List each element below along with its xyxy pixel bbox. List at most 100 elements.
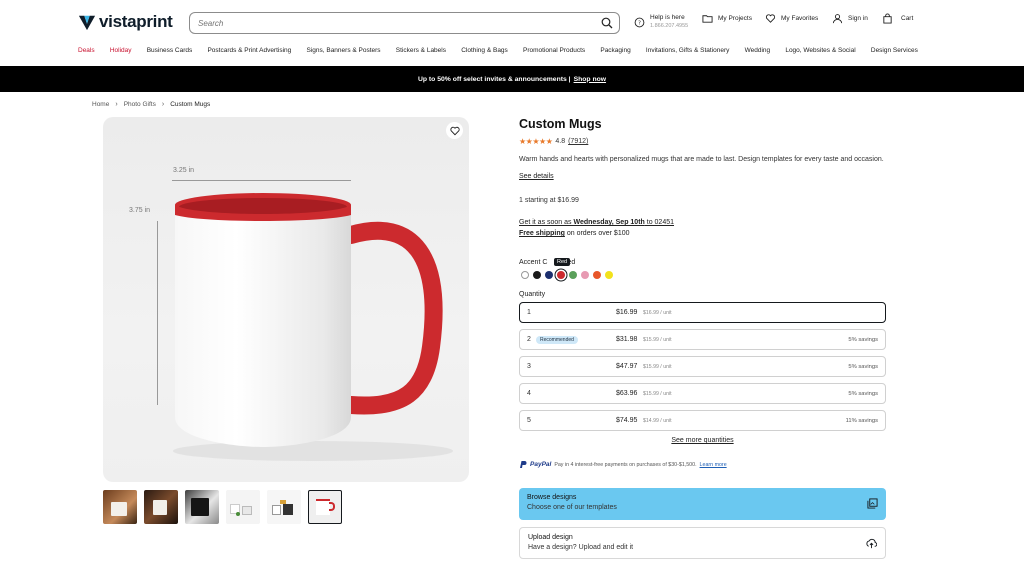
promo-shop-now-link[interactable]: Shop now bbox=[574, 76, 606, 83]
delivery-info: Get it as soon as Wednesday, Sep 10th to… bbox=[519, 217, 886, 239]
search-input[interactable] bbox=[190, 13, 580, 34]
see-more-quantities-link[interactable]: See more quantities bbox=[519, 437, 886, 444]
sign-in-link[interactable]: Sign in bbox=[832, 13, 868, 24]
product-details: Custom Mugs ★★★★★ 4.8 (7912) Warm hands … bbox=[519, 117, 886, 559]
qty-price: $74.95 bbox=[616, 417, 638, 424]
chevron-right-icon: › bbox=[161, 101, 165, 108]
qty-savings: 5% savings bbox=[848, 364, 878, 370]
see-details-link[interactable]: See details bbox=[519, 173, 554, 180]
promo-banner: Up to 50% off select invites & announcem… bbox=[0, 66, 1024, 92]
nav-logo-websites[interactable]: Logo, Websites & Social bbox=[785, 47, 855, 54]
nav-holiday[interactable]: Holiday bbox=[110, 47, 132, 54]
nav-clothing[interactable]: Clothing & Bags bbox=[461, 47, 508, 54]
thumbnail-6-selected[interactable] bbox=[308, 490, 342, 524]
quantity-option-2[interactable]: 2 Recommended $31.98 $15.99 / unit 5% sa… bbox=[519, 329, 886, 350]
upload-design-title: Upload design bbox=[528, 534, 573, 541]
width-dimension-label: 3.25 in bbox=[173, 167, 195, 174]
product-image[interactable]: 3.25 in 3.75 in bbox=[103, 117, 469, 482]
my-projects-label: My Projects bbox=[718, 15, 752, 22]
heart-icon bbox=[765, 14, 776, 23]
thumbnail-strip bbox=[103, 490, 342, 524]
user-icon bbox=[832, 14, 843, 24]
nav-stickers[interactable]: Stickers & Labels bbox=[396, 47, 446, 54]
color-swatch-5[interactable] bbox=[569, 271, 577, 279]
thumbnail-3[interactable] bbox=[185, 490, 219, 524]
product-description: Warm hands and hearts with personalized … bbox=[519, 156, 884, 163]
color-swatch-4[interactable] bbox=[557, 271, 565, 279]
logo-icon bbox=[78, 15, 96, 31]
breadcrumb-photo-gifts[interactable]: Photo Gifts bbox=[124, 101, 156, 108]
qty-number: 2 bbox=[527, 336, 531, 343]
nav-packaging[interactable]: Packaging bbox=[600, 47, 630, 54]
help-phone: 1.866.207.4955 bbox=[650, 23, 689, 29]
color-tooltip: Red bbox=[554, 258, 571, 266]
site-header: vistaprint ? Help is here 1.866.207.4955… bbox=[0, 0, 1024, 44]
qty-price: $31.98 bbox=[616, 336, 638, 343]
product-rating[interactable]: ★★★★★ 4.8 (7912) bbox=[519, 137, 886, 146]
quantity-label: Quantity bbox=[519, 291, 546, 298]
breadcrumb: Home › Photo Gifts › Custom Mugs bbox=[92, 101, 210, 108]
review-count[interactable]: (7912) bbox=[568, 138, 588, 145]
vistaprint-logo[interactable]: vistaprint bbox=[78, 12, 173, 32]
recommended-badge: Recommended bbox=[536, 336, 578, 344]
color-swatch-8[interactable] bbox=[605, 271, 613, 279]
gallery-icon bbox=[867, 498, 878, 509]
nav-business-cards[interactable]: Business Cards bbox=[147, 47, 193, 54]
qty-number: 1 bbox=[527, 309, 531, 316]
nav-design-services[interactable]: Design Services bbox=[871, 47, 918, 54]
qty-number: 3 bbox=[527, 363, 531, 370]
color-swatch-7[interactable] bbox=[593, 271, 601, 279]
color-swatch-6[interactable] bbox=[581, 271, 589, 279]
nav-promotional[interactable]: Promotional Products bbox=[523, 47, 585, 54]
chat-icon: ? bbox=[634, 17, 645, 27]
nav-signs[interactable]: Signs, Banners & Posters bbox=[306, 47, 380, 54]
thumbnail-2[interactable] bbox=[144, 490, 178, 524]
color-swatch-3[interactable] bbox=[545, 271, 553, 279]
star-rating-icon: ★★★★★ bbox=[519, 137, 553, 146]
promo-text: Up to 50% off select invites & announcem… bbox=[417, 75, 571, 83]
quantity-option-1[interactable]: 1 $16.99 $16.99 / unit bbox=[519, 302, 886, 323]
nav-wedding[interactable]: Wedding bbox=[745, 47, 771, 54]
shipping-info: Free shipping on orders over $100 bbox=[519, 228, 886, 239]
color-swatch-2[interactable] bbox=[533, 271, 541, 279]
nav-invitations[interactable]: Invitations, Gifts & Stationery bbox=[646, 47, 729, 54]
my-projects-link[interactable]: My Projects bbox=[702, 13, 752, 24]
my-favorites-link[interactable]: My Favorites bbox=[765, 13, 818, 24]
qty-price: $16.99 bbox=[616, 309, 638, 316]
quantity-option-3[interactable]: 3 $47.97 $15.99 / unit 5% savings bbox=[519, 356, 886, 377]
upload-design-subtitle: Have a design? Upload and edit it bbox=[528, 544, 634, 551]
qty-number: 5 bbox=[527, 417, 531, 424]
browse-designs-button[interactable]: Browse designs Choose one of our templat… bbox=[519, 488, 886, 520]
paypal-learn-more-link[interactable]: Learn more bbox=[700, 462, 727, 468]
upload-design-button[interactable]: Upload design Have a design? Upload and … bbox=[519, 527, 886, 559]
free-shipping[interactable]: Free shipping bbox=[519, 230, 565, 237]
thumbnail-4[interactable] bbox=[226, 490, 260, 524]
thumbnail-1[interactable] bbox=[103, 490, 137, 524]
product-title: Custom Mugs bbox=[519, 117, 602, 131]
upload-icon bbox=[866, 538, 877, 549]
favorite-button[interactable] bbox=[446, 122, 463, 139]
delivery-estimate[interactable]: Get it as soon as Wednesday, Sep 10th to… bbox=[519, 217, 886, 228]
browse-designs-subtitle: Choose one of our templates bbox=[527, 504, 617, 511]
height-dimension-label: 3.75 in bbox=[129, 207, 151, 214]
paypal-message: PayPal Pay in 4 interest-free payments o… bbox=[519, 460, 727, 469]
help-link[interactable]: ? Help is here 1.866.207.4955 bbox=[634, 13, 688, 31]
category-nav: Deals Holiday Business Cards Postcards &… bbox=[78, 47, 918, 54]
qty-unit-price: $14.99 / unit bbox=[643, 418, 672, 424]
thumbnail-5[interactable] bbox=[267, 490, 301, 524]
search-bar[interactable] bbox=[189, 12, 620, 34]
qty-price: $47.97 bbox=[616, 363, 638, 370]
cart-link[interactable]: Cart bbox=[882, 13, 913, 24]
chevron-right-icon: › bbox=[115, 101, 118, 108]
accent-label-prefix: Accent C bbox=[519, 259, 548, 266]
color-swatch-1[interactable] bbox=[521, 271, 529, 279]
browse-designs-title: Browse designs bbox=[527, 494, 577, 501]
search-icon[interactable] bbox=[601, 17, 613, 29]
quantity-option-5[interactable]: 5 $74.95 $14.99 / unit 11% savings bbox=[519, 410, 886, 431]
qty-unit-price: $15.99 / unit bbox=[643, 391, 672, 397]
breadcrumb-home[interactable]: Home bbox=[92, 101, 109, 108]
quantity-option-4[interactable]: 4 $63.96 $15.99 / unit 5% savings bbox=[519, 383, 886, 404]
nav-postcards[interactable]: Postcards & Print Advertising bbox=[207, 47, 291, 54]
nav-deals[interactable]: Deals bbox=[78, 47, 95, 54]
qty-unit-price: $16.99 / unit bbox=[643, 310, 672, 316]
